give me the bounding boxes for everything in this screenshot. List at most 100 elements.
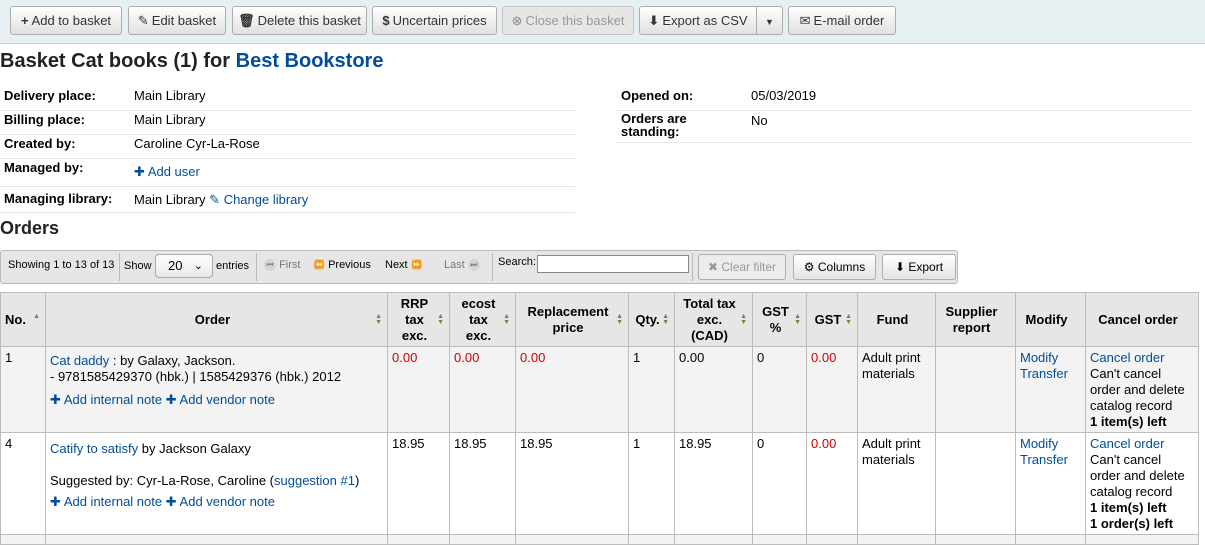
add-vendor-note-link[interactable]: ✚ Add vendor note bbox=[166, 494, 275, 509]
column-header-ecost[interactable]: ecost tax exc. ▲ ▼ bbox=[449, 292, 516, 347]
pencil-icon: ✎ bbox=[137, 13, 149, 28]
page-size-select[interactable]: 20 ⌄ bbox=[155, 254, 213, 278]
modify-link[interactable]: Modify bbox=[1020, 350, 1058, 365]
email-order-button[interactable]: ✉ E-mail order bbox=[788, 6, 896, 35]
orders-table: No. ▲ Order ▲ ▼ RRP tax exc. ▲ ▼ ecost tax exc. ▲ ▼… bbox=[0, 292, 1199, 545]
change-library-link[interactable]: ✎ Change library bbox=[209, 192, 308, 207]
plus-icon: + bbox=[20, 13, 29, 28]
modify-cell: Modify Transfer bbox=[1015, 432, 1086, 535]
page-title: Basket Cat books (1) for Best Bookstore bbox=[0, 50, 384, 72]
last-page-button[interactable]: Last ⏭ bbox=[444, 259, 480, 272]
export-dropdown-toggle[interactable]: ▼ bbox=[756, 6, 783, 35]
fund-cell: Adult print materials bbox=[857, 432, 936, 535]
close-icon: ✖ bbox=[707, 260, 719, 274]
envelope-icon: ✉ bbox=[799, 13, 811, 28]
download-icon: ⬇ bbox=[894, 260, 906, 274]
cancel-order-link[interactable]: Cancel order bbox=[1090, 350, 1164, 365]
sort-ascending-icon: ▲ bbox=[33, 312, 40, 320]
column-header-replacement-price[interactable]: Replacement price ▲ ▼ bbox=[515, 292, 629, 347]
plus-icon: ✚ bbox=[50, 494, 61, 509]
export-csv-button[interactable]: ⬇ Export as CSV bbox=[639, 6, 757, 35]
table-row: 4 Catify to satisfy by Jackson Galaxy Su… bbox=[0, 432, 1199, 535]
chevron-down-icon: ⌄ bbox=[193, 260, 203, 272]
column-header-no[interactable]: No. ▲ bbox=[0, 292, 46, 347]
sort-icon: ▲ ▼ bbox=[437, 312, 444, 326]
sort-icon: ▲ ▼ bbox=[845, 312, 852, 326]
close-basket-button[interactable]: ⊗ Close this basket bbox=[502, 6, 634, 35]
suggestion-link[interactable]: suggestion #1 bbox=[274, 473, 355, 488]
basket-toolbar: + Add to basket ✎ Edit basket 🗑 Delete this… bbox=[0, 0, 1205, 44]
column-header-fund[interactable]: Fund bbox=[857, 292, 936, 347]
column-header-supplier-report[interactable]: Supplier report bbox=[935, 292, 1016, 347]
column-header-modify: Modify bbox=[1015, 292, 1086, 347]
divider bbox=[0, 134, 575, 135]
next-page-icon: ⏩ bbox=[410, 259, 423, 272]
clear-filter-button[interactable]: ✖ Clear filter bbox=[698, 254, 786, 280]
add-to-basket-button[interactable]: + Add to basket bbox=[10, 6, 122, 35]
previous-page-icon: ⏪ bbox=[313, 259, 325, 272]
table-header-row: No. ▲ Order ▲ ▼ RRP tax exc. ▲ ▼ ecost tax exc. ▲ ▼… bbox=[0, 292, 1199, 347]
add-user-link[interactable]: ✚ Add user bbox=[134, 164, 200, 180]
delete-basket-button[interactable]: 🗑 Delete this basket bbox=[232, 6, 367, 35]
plus-icon: ✚ bbox=[134, 164, 145, 179]
transfer-link[interactable]: Transfer bbox=[1020, 452, 1068, 467]
cancel-order-cell: Cancel order Can't cancel order and dele… bbox=[1085, 432, 1199, 535]
divider bbox=[0, 110, 575, 111]
table-toolbar: Showing 1 to 13 of 13 Show 20 ⌄ entries ⏮… bbox=[0, 250, 958, 284]
first-page-button[interactable]: ⏮ First bbox=[264, 259, 300, 272]
column-header-total[interactable]: Total tax exc. (CAD) ▲ ▼ bbox=[674, 292, 753, 347]
first-page-icon: ⏮ bbox=[264, 259, 276, 272]
add-vendor-note-link[interactable]: ✚ Add vendor note bbox=[166, 392, 275, 407]
last-page-icon: ⏭ bbox=[467, 259, 480, 272]
plus-icon: ✚ bbox=[165, 494, 177, 509]
plus-icon: ✚ bbox=[50, 392, 61, 407]
export-button[interactable]: ⬇ Export bbox=[882, 254, 956, 280]
download-icon: ⬇ bbox=[648, 13, 660, 28]
pencil-icon: ✎ bbox=[209, 192, 221, 207]
title-link[interactable]: Cat daddy bbox=[50, 353, 109, 368]
sort-icon: ▲ ▼ bbox=[662, 312, 669, 326]
add-internal-note-link[interactable]: ✚ Add internal note bbox=[50, 494, 162, 509]
title-link[interactable]: Catify to satisfy bbox=[50, 441, 138, 456]
fund-cell: Adult print materials bbox=[857, 346, 936, 433]
column-header-order[interactable]: Order ▲ ▼ bbox=[45, 292, 388, 347]
previous-page-button[interactable]: ⏪ Previous bbox=[313, 259, 371, 272]
divider bbox=[256, 253, 257, 281]
search-input[interactable] bbox=[537, 255, 689, 273]
sort-icon: ▲ ▼ bbox=[503, 312, 510, 326]
sort-icon: ▲ ▼ bbox=[740, 312, 747, 326]
modify-link[interactable]: Modify bbox=[1020, 436, 1058, 451]
add-internal-note-link[interactable]: ✚ Add internal note bbox=[50, 392, 162, 407]
table-info: Showing 1 to 13 of 13 bbox=[8, 259, 115, 271]
column-header-gst-percent[interactable]: GST% ▲ ▼ bbox=[752, 292, 807, 347]
uncertain-prices-button[interactable]: $ Uncertain prices bbox=[372, 6, 497, 35]
divider bbox=[0, 186, 575, 187]
column-header-rrp[interactable]: RRP tax exc. ▲ ▼ bbox=[387, 292, 450, 347]
divider bbox=[0, 158, 575, 159]
supplier-report-cell bbox=[935, 432, 1016, 535]
caret-down-icon: ▼ bbox=[765, 17, 774, 27]
next-page-button[interactable]: Next ⏩ bbox=[385, 259, 423, 272]
close-circle-icon: ⊗ bbox=[511, 13, 523, 28]
divider bbox=[0, 212, 575, 213]
order-cell: Catify to satisfy by Jackson Galaxy Sugg… bbox=[45, 432, 388, 535]
divider bbox=[492, 253, 493, 281]
column-header-qty[interactable]: Qty. ▲ ▼ bbox=[628, 292, 675, 347]
trash-icon: 🗑 bbox=[238, 13, 255, 28]
order-cell: Cat daddy : by Galaxy, Jackson. - 978158… bbox=[45, 346, 388, 433]
modify-cell: Modify Transfer bbox=[1015, 346, 1086, 433]
divider bbox=[617, 142, 1192, 143]
divider bbox=[692, 253, 693, 281]
cancel-order-cell: Cancel order Can't cancel order and dele… bbox=[1085, 346, 1199, 433]
supplier-report-cell bbox=[935, 346, 1016, 433]
vendor-link[interactable]: Best Bookstore bbox=[236, 50, 384, 72]
sort-icon: ▲ ▼ bbox=[375, 312, 382, 326]
column-header-gst[interactable]: GST ▲ ▼ bbox=[806, 292, 858, 347]
transfer-link[interactable]: Transfer bbox=[1020, 366, 1068, 381]
edit-basket-button[interactable]: ✎ Edit basket bbox=[128, 6, 226, 35]
table-row: 1 Cat daddy : by Galaxy, Jackson. - 9781… bbox=[0, 346, 1199, 433]
divider bbox=[119, 253, 120, 281]
columns-button[interactable]: ⚙ Columns bbox=[793, 254, 876, 280]
divider bbox=[617, 110, 1192, 111]
cancel-order-link[interactable]: Cancel order bbox=[1090, 436, 1164, 451]
